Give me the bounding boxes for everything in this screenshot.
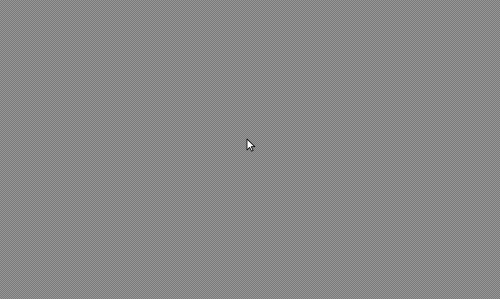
arrow-pointer-icon	[246, 138, 256, 152]
x11-root-window-desktop[interactable]	[0, 0, 500, 299]
